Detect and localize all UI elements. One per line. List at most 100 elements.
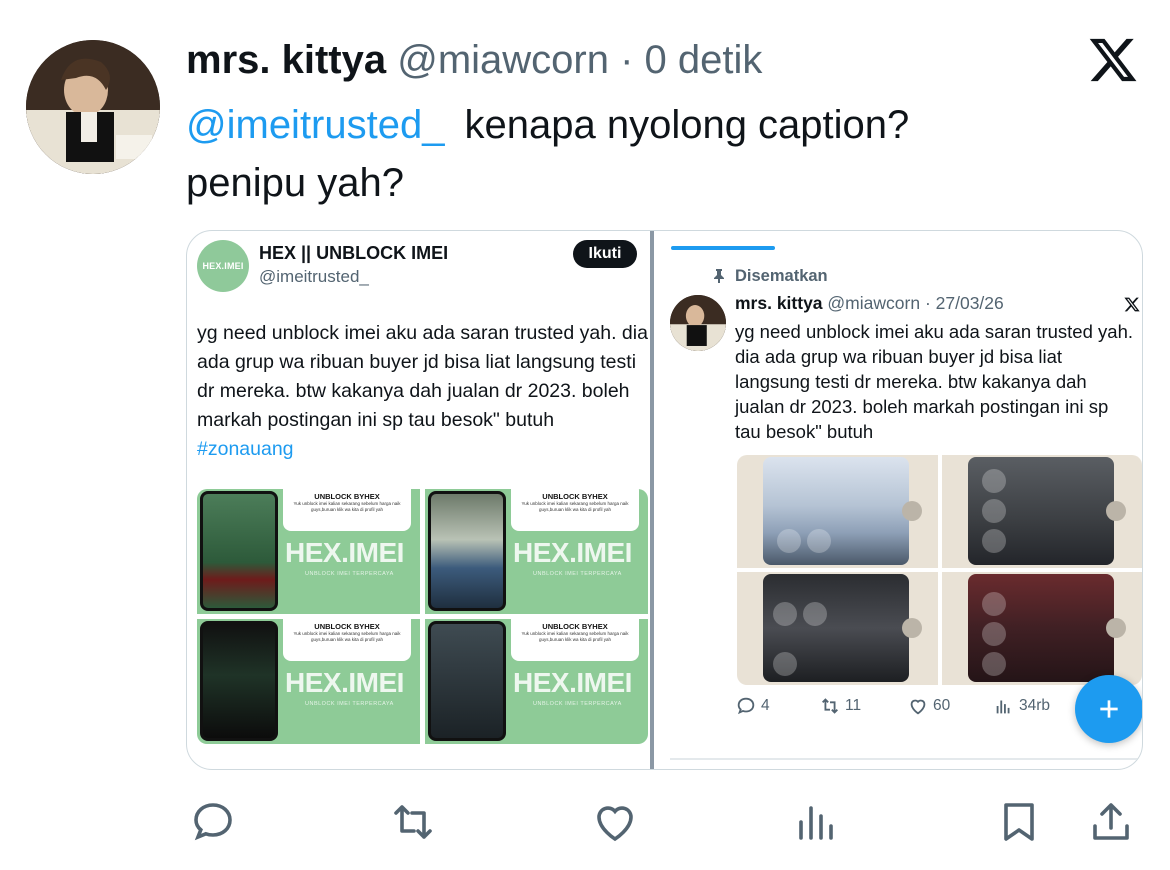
right-post-views: 34rb: [993, 693, 1050, 719]
right-post-reply: 4: [735, 693, 770, 719]
tweet-text-line1: kenapa nyolong caption?: [464, 103, 910, 147]
right-post-date: 27/03/26: [935, 293, 1004, 313]
promo-bubble: UNBLOCK BYHEX Yuk unblock imei kalian se…: [511, 619, 639, 661]
control-tile: [807, 529, 831, 553]
left-post-name: HEX || UNBLOCK IMEI: [259, 243, 449, 263]
promo-bubble: UNBLOCK BYHEX Yuk unblock imei kalian se…: [283, 619, 411, 661]
phone-image: [200, 621, 278, 741]
right-post-actions: 4 11 60 34rb: [735, 693, 1075, 719]
views-icon: [996, 700, 1010, 714]
x-logo-icon: [1089, 38, 1137, 82]
x-logo-icon: [1124, 297, 1140, 312]
forward-icon: [1106, 501, 1126, 521]
pin-icon: [714, 269, 724, 283]
promo-title: UNBLOCK BYHEX: [542, 622, 608, 631]
promo-brand: HEX.IMEI: [285, 537, 404, 568]
promo-image: UNBLOCK BYHEX Yuk unblock imei kalian se…: [197, 619, 420, 744]
share-button[interactable]: [1084, 790, 1138, 854]
views-icon: [799, 806, 833, 840]
like-icon: [910, 699, 926, 715]
promo-subtitle: UNBLOCK IMEI TERPERCAYA: [533, 701, 622, 707]
promo-title: UNBLOCK BYHEX: [314, 492, 380, 501]
right-post-text: yg need unblock imei aku ada saran trust…: [735, 321, 1133, 442]
control-center-screenshot: [737, 572, 938, 685]
tweet-action-bar: [186, 790, 1146, 860]
control-center-screenshot: [941, 572, 1142, 685]
repost-button[interactable]: [386, 790, 440, 854]
pinned-label: Disematkan: [735, 267, 828, 285]
tweet-text: @imeitrusted_ kenapa nyolong caption? pen…: [186, 96, 1066, 212]
promo-brand: HEX.IMEI: [513, 667, 632, 698]
right-post-avatar: [670, 295, 726, 351]
right-post-repost-count: 11: [845, 697, 862, 714]
promo-image: UNBLOCK BYHEX Yuk unblock imei kalian se…: [197, 489, 420, 614]
promo-image: UNBLOCK BYHEX Yuk unblock imei kalian se…: [425, 489, 648, 614]
left-post-follow-button: Ikuti: [573, 240, 637, 268]
control-tile: [981, 499, 1006, 523]
tab-indicator: [671, 246, 775, 250]
right-post-like-count: 60: [933, 697, 951, 714]
bookmark-icon: [1004, 803, 1034, 841]
promo-bubble: UNBLOCK BYHEX Yuk unblock imei kalian se…: [511, 489, 639, 531]
right-post-name: mrs. kittya: [735, 293, 823, 313]
right-post-header: mrs. kittya @miawcorn · 27/03/26: [735, 293, 1004, 314]
left-post-body: yg need unblock imei aku ada saran trust…: [197, 322, 648, 431]
views-button[interactable]: [790, 790, 844, 854]
control-tile: [981, 622, 1006, 646]
promo-title: UNBLOCK BYHEX: [314, 622, 380, 631]
attached-image[interactable]: HEX.IMEI HEX || UNBLOCK IMEI @imeitruste…: [186, 230, 1143, 770]
tweet-header: mrs. kittya @miawcorn · 0 detik: [186, 36, 762, 84]
promo-brand: HEX.IMEI: [285, 667, 404, 698]
left-post-image-grid: UNBLOCK BYHEX Yuk unblock imei kalian se…: [197, 489, 648, 744]
promo-desc: Yuk unblock imei kalian sekarang sebelum…: [293, 501, 401, 512]
forward-icon: [901, 618, 922, 638]
promo-subtitle: UNBLOCK IMEI TERPERCAYA: [305, 701, 394, 707]
promo-bubble: UNBLOCK BYHEX Yuk unblock imei kalian se…: [283, 489, 411, 531]
post-time[interactable]: 0 detik: [645, 38, 763, 82]
right-post-like: 60: [907, 693, 950, 719]
phone-image: [428, 621, 506, 741]
compose-fab: [1075, 675, 1142, 743]
right-post-reply-count: 4: [761, 697, 770, 714]
repost-icon: [822, 698, 838, 714]
promo-title: UNBLOCK BYHEX: [542, 492, 608, 501]
forward-icon: [1106, 618, 1126, 638]
promo-image: UNBLOCK BYHEX Yuk unblock imei kalian se…: [425, 619, 648, 744]
bookmark-button[interactable]: [992, 790, 1046, 854]
control-center-screenshot: [941, 455, 1142, 568]
tweet-text-line2: penipu yah?: [186, 161, 404, 205]
left-post-avatar: HEX.IMEI: [197, 240, 249, 292]
control-tile: [803, 602, 827, 626]
author-name[interactable]: mrs. kittya: [186, 38, 386, 82]
control-tile: [777, 529, 801, 553]
phone-image: [428, 491, 506, 611]
control-tile: [773, 602, 797, 626]
like-icon: [597, 806, 633, 842]
right-post-separator: [670, 758, 1142, 760]
author-handle[interactable]: @miawcorn: [397, 38, 609, 82]
reply-button[interactable]: [186, 790, 240, 854]
mention-link[interactable]: @imeitrusted_: [186, 103, 444, 147]
left-post-hashtag: #zonauang: [197, 438, 294, 460]
promo-subtitle: UNBLOCK IMEI TERPERCAYA: [305, 571, 394, 577]
right-post-date-separator: ·: [920, 293, 936, 313]
promo-desc: Yuk unblock imei kalian sekarang sebelum…: [521, 501, 629, 512]
phone-image: [200, 491, 278, 611]
control-center-screenshot: [737, 455, 938, 568]
control-tile: [981, 652, 1006, 676]
promo-brand: HEX.IMEI: [513, 537, 632, 568]
promo-desc: Yuk unblock imei kalian sekarang sebelum…: [293, 631, 401, 642]
share-icon: [1093, 803, 1129, 840]
reply-icon: [737, 697, 755, 715]
author-avatar[interactable]: [26, 40, 160, 174]
control-tile: [981, 529, 1006, 553]
right-post-view-count: 34rb: [1019, 697, 1051, 714]
like-button[interactable]: [588, 790, 642, 854]
control-tile: [981, 592, 1006, 616]
control-tile: [773, 652, 797, 676]
right-post-repost: 11: [819, 693, 861, 719]
screenshot-divider: [650, 231, 654, 769]
control-tile: [981, 469, 1006, 493]
left-post-text: yg need unblock imei aku ada saran trust…: [197, 319, 652, 464]
plus-icon: [1100, 700, 1118, 718]
